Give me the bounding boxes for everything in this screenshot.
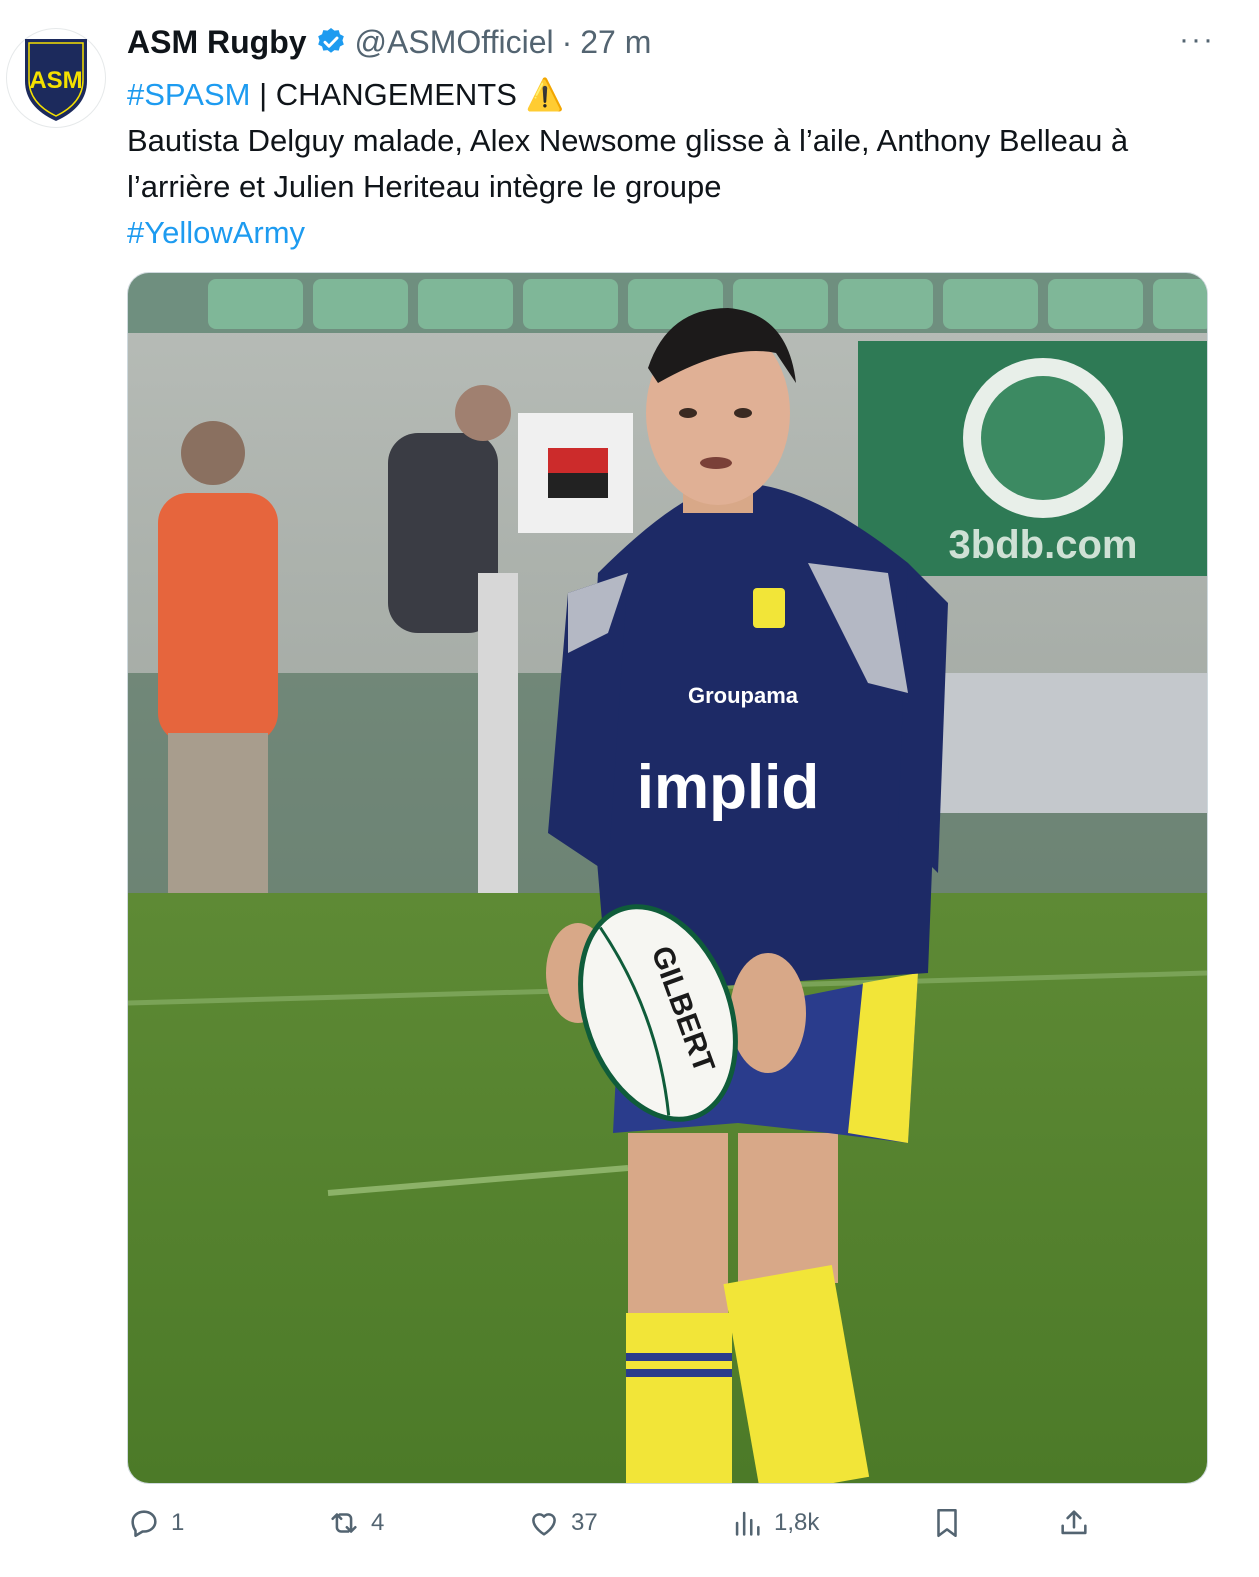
tweet-line-2: Bautista Delguy malade, Alex Newsome gli… [127, 123, 1129, 204]
warning-emoji-icon: ⚠️ [525, 77, 565, 112]
billboard-text: 3bdb.com [949, 523, 1138, 567]
share-icon [1061, 1510, 1087, 1535]
jersey-sponsor-text: Groupama [688, 683, 799, 708]
views-button[interactable]: 1,8k [730, 1500, 819, 1546]
rugby-player-photo: 3bdb.com Groupama implid GILBERT [128, 273, 1207, 1483]
asm-logo-icon: ASM [25, 39, 87, 121]
share-button[interactable] [1057, 1500, 1091, 1546]
tweet-line-1: #SPASM | CHANGEMENTS ⚠️ [127, 72, 1217, 118]
retweet-button[interactable]: 4 [327, 1500, 384, 1546]
tweet-timestamp[interactable]: 27 m [580, 24, 651, 61]
reply-button[interactable]: 1 [127, 1500, 184, 1546]
hashtag-spasm[interactable]: #SPASM [127, 77, 250, 112]
tweet-action-bar: 1 4 37 1,8k [127, 1500, 1217, 1546]
retweet-icon [331, 1513, 357, 1533]
retweet-count: 4 [371, 1509, 385, 1536]
reply-icon [131, 1510, 157, 1538]
tweet-text: #SPASM | CHANGEMENTS ⚠️ Bautista Delguy … [127, 72, 1217, 256]
author-avatar[interactable]: ASM [6, 28, 106, 128]
tweet-media-photo[interactable]: 3bdb.com Groupama implid GILBERT [127, 272, 1208, 1484]
verified-badge-icon [317, 28, 344, 53]
views-chart-icon [735, 1511, 760, 1536]
bookmark-button[interactable] [930, 1500, 964, 1546]
heart-icon [532, 1513, 556, 1536]
avatar-logo-text: ASM [29, 67, 82, 94]
hashtag-yellowarmy[interactable]: #YellowArmy [127, 210, 1217, 256]
changements-text: | CHANGEMENTS [250, 77, 526, 112]
reply-count: 1 [171, 1509, 185, 1536]
jersey-main-sponsor-text: implid [637, 753, 820, 822]
author-name[interactable]: ASM Rugby [127, 24, 307, 61]
separator-dot: · [561, 23, 573, 60]
author-handle[interactable]: @ASMOfficiel [355, 24, 554, 61]
bookmark-icon [937, 1508, 957, 1538]
more-options-icon[interactable]: ··· [1179, 25, 1215, 55]
like-button[interactable]: 37 [527, 1500, 598, 1546]
like-count: 37 [571, 1509, 598, 1536]
tweet-header: ASM Rugby @ASMOfficiel · 27 m [127, 20, 651, 64]
views-count: 1,8k [774, 1509, 820, 1536]
